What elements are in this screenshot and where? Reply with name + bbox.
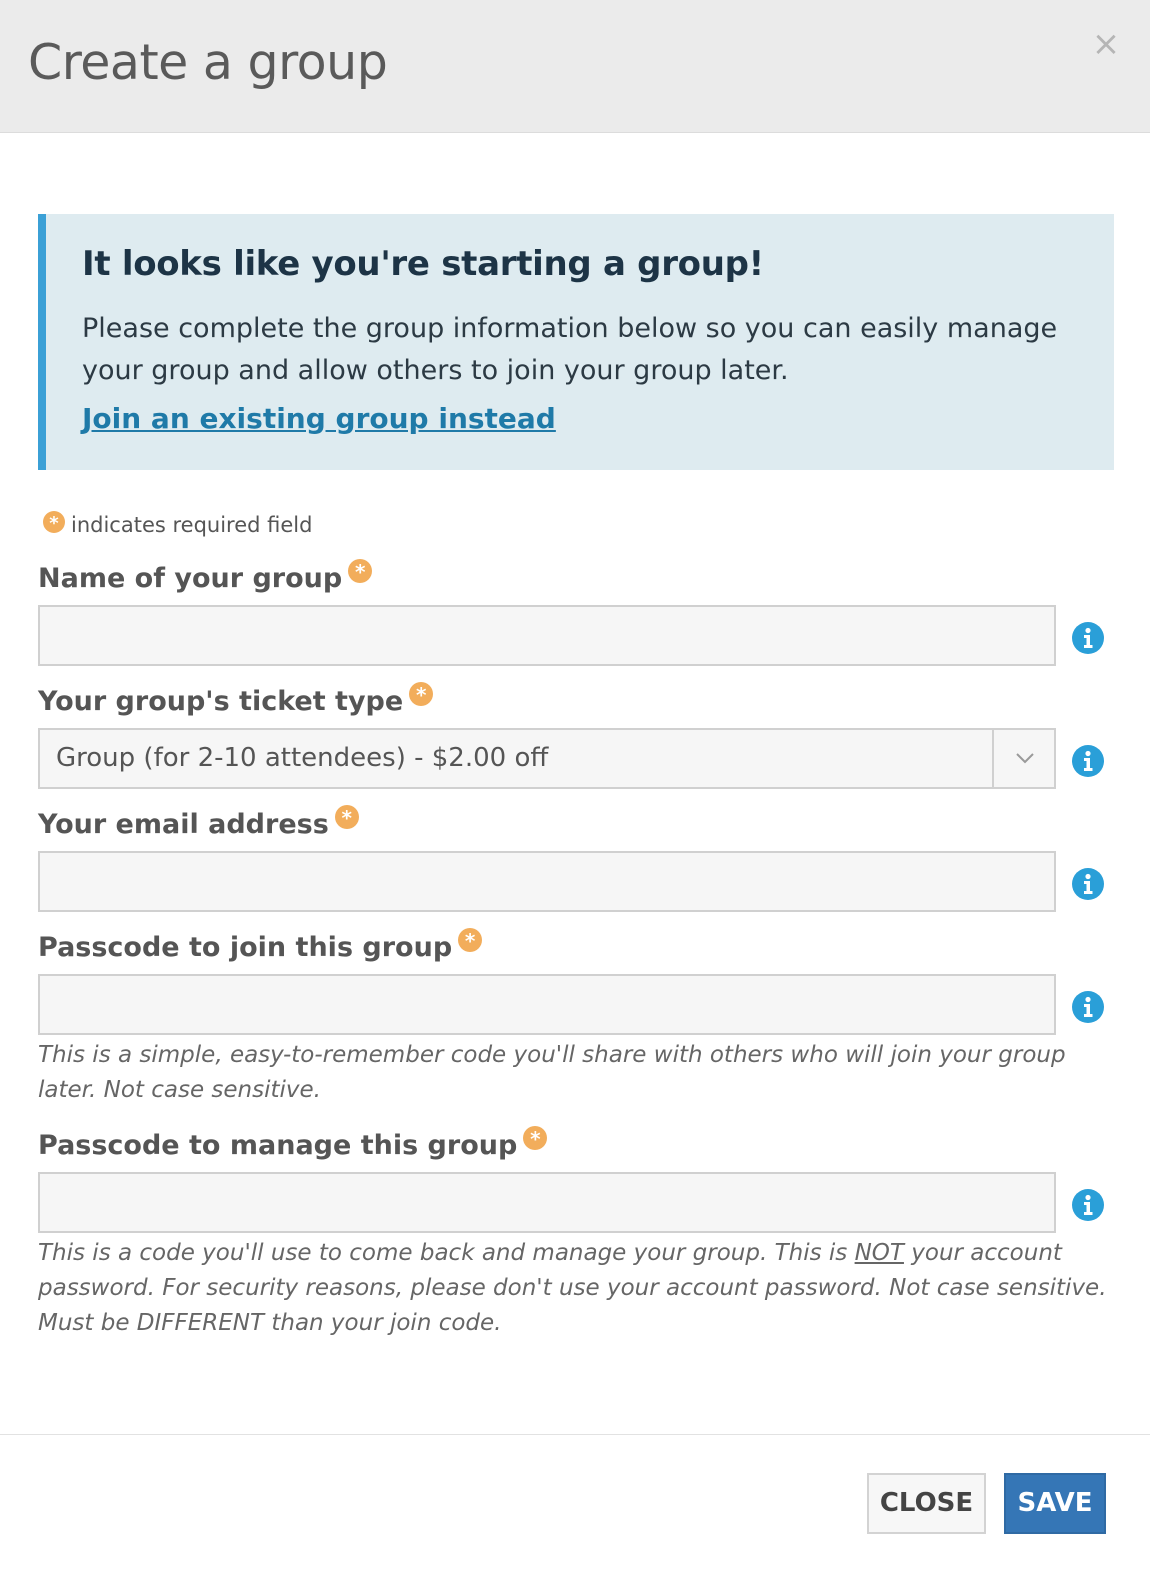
close-button[interactable]: CLOSE	[867, 1473, 986, 1534]
join-existing-group-link[interactable]: Join an existing group instead	[82, 402, 556, 435]
asterisk-icon: *	[458, 928, 483, 953]
manage-passcode-input[interactable]	[38, 1172, 1056, 1233]
required-note-text: indicates required field	[71, 513, 313, 537]
ticket-type-label-text: Your group's ticket type	[38, 686, 404, 717]
info-icon[interactable]	[1071, 990, 1105, 1024]
close-icon[interactable]: ×	[1088, 26, 1124, 62]
asterisk-icon: *	[523, 1126, 548, 1151]
info-icon[interactable]	[1071, 1188, 1105, 1222]
join-passcode-help: This is a simple, easy-to-remember code …	[38, 1042, 1066, 1103]
modal-title: Create a group	[28, 34, 388, 91]
chevron-down-icon[interactable]	[992, 730, 1054, 787]
info-icon[interactable]	[1071, 744, 1105, 778]
email-input[interactable]	[38, 851, 1056, 912]
email-label: Your email address *	[38, 805, 359, 840]
info-icon[interactable]	[1071, 621, 1105, 655]
asterisk-icon: *	[348, 559, 373, 584]
manage-help-pre: This is a code you'll use to come back a…	[38, 1240, 855, 1266]
group-name-input[interactable]	[38, 605, 1056, 666]
manage-passcode-label-text: Passcode to manage this group	[38, 1130, 518, 1161]
join-passcode-label: Passcode to join this group *	[38, 928, 483, 963]
ticket-type-label: Your group's ticket type *	[38, 682, 434, 717]
join-passcode-label-text: Passcode to join this group	[38, 932, 453, 963]
group-name-label: Name of your group *	[38, 559, 373, 594]
asterisk-icon: *	[409, 682, 434, 707]
join-passcode-input[interactable]	[38, 974, 1056, 1035]
manage-passcode-help: This is a code you'll use to come back a…	[38, 1236, 1118, 1341]
manage-help-emphasis: NOT	[854, 1240, 904, 1266]
group-name-label-text: Name of your group	[38, 563, 343, 594]
asterisk-icon: *	[334, 805, 359, 830]
email-label-text: Your email address	[38, 809, 329, 840]
manage-passcode-label: Passcode to manage this group *	[38, 1126, 548, 1161]
modal-header: Create a group ×	[0, 0, 1150, 133]
ticket-type-select[interactable]: Group (for 2-10 attendees) - $2.00 off	[38, 728, 1056, 789]
save-button[interactable]: SAVE	[1004, 1473, 1106, 1534]
info-icon[interactable]	[1071, 867, 1105, 901]
callout-title: It looks like you're starting a group!	[82, 244, 764, 284]
required-field-note: * indicates required field	[43, 511, 313, 537]
ticket-type-selected-value: Group (for 2-10 attendees) - $2.00 off	[56, 743, 549, 773]
callout-body: Please complete the group information be…	[82, 313, 1058, 386]
footer-divider	[0, 1434, 1150, 1435]
info-callout: It looks like you're starting a group! P…	[38, 214, 1114, 470]
asterisk-icon: *	[43, 511, 65, 534]
